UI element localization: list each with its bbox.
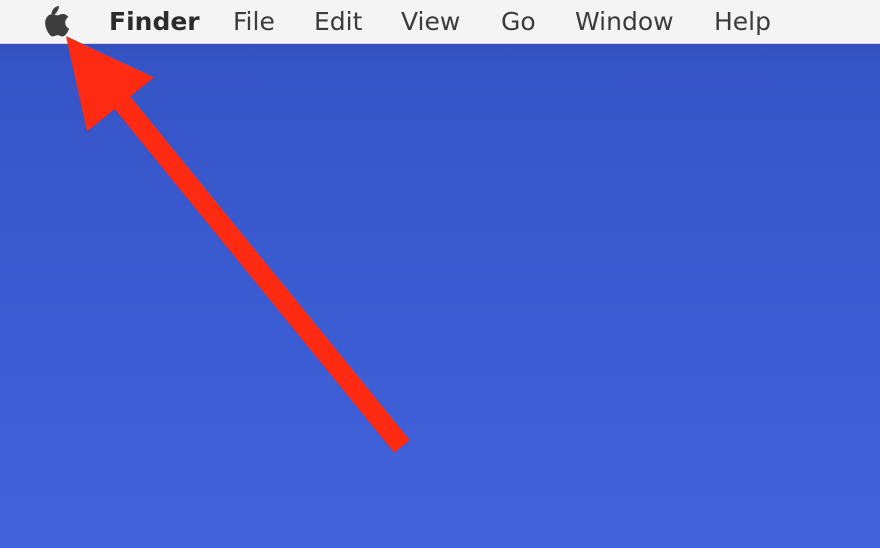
menu-go[interactable]: Go (501, 0, 536, 44)
menu-finder[interactable]: Finder (109, 0, 200, 44)
apple-logo-icon[interactable] (38, 4, 74, 38)
menu-bar: Finder File Edit View Go Window Help (0, 0, 880, 44)
desktop-wallpaper (0, 0, 880, 548)
menu-help[interactable]: Help (714, 0, 771, 44)
menu-edit[interactable]: Edit (314, 0, 362, 44)
menu-file[interactable]: File (233, 0, 275, 44)
menu-view[interactable]: View (401, 0, 460, 44)
menu-window[interactable]: Window (575, 0, 674, 44)
